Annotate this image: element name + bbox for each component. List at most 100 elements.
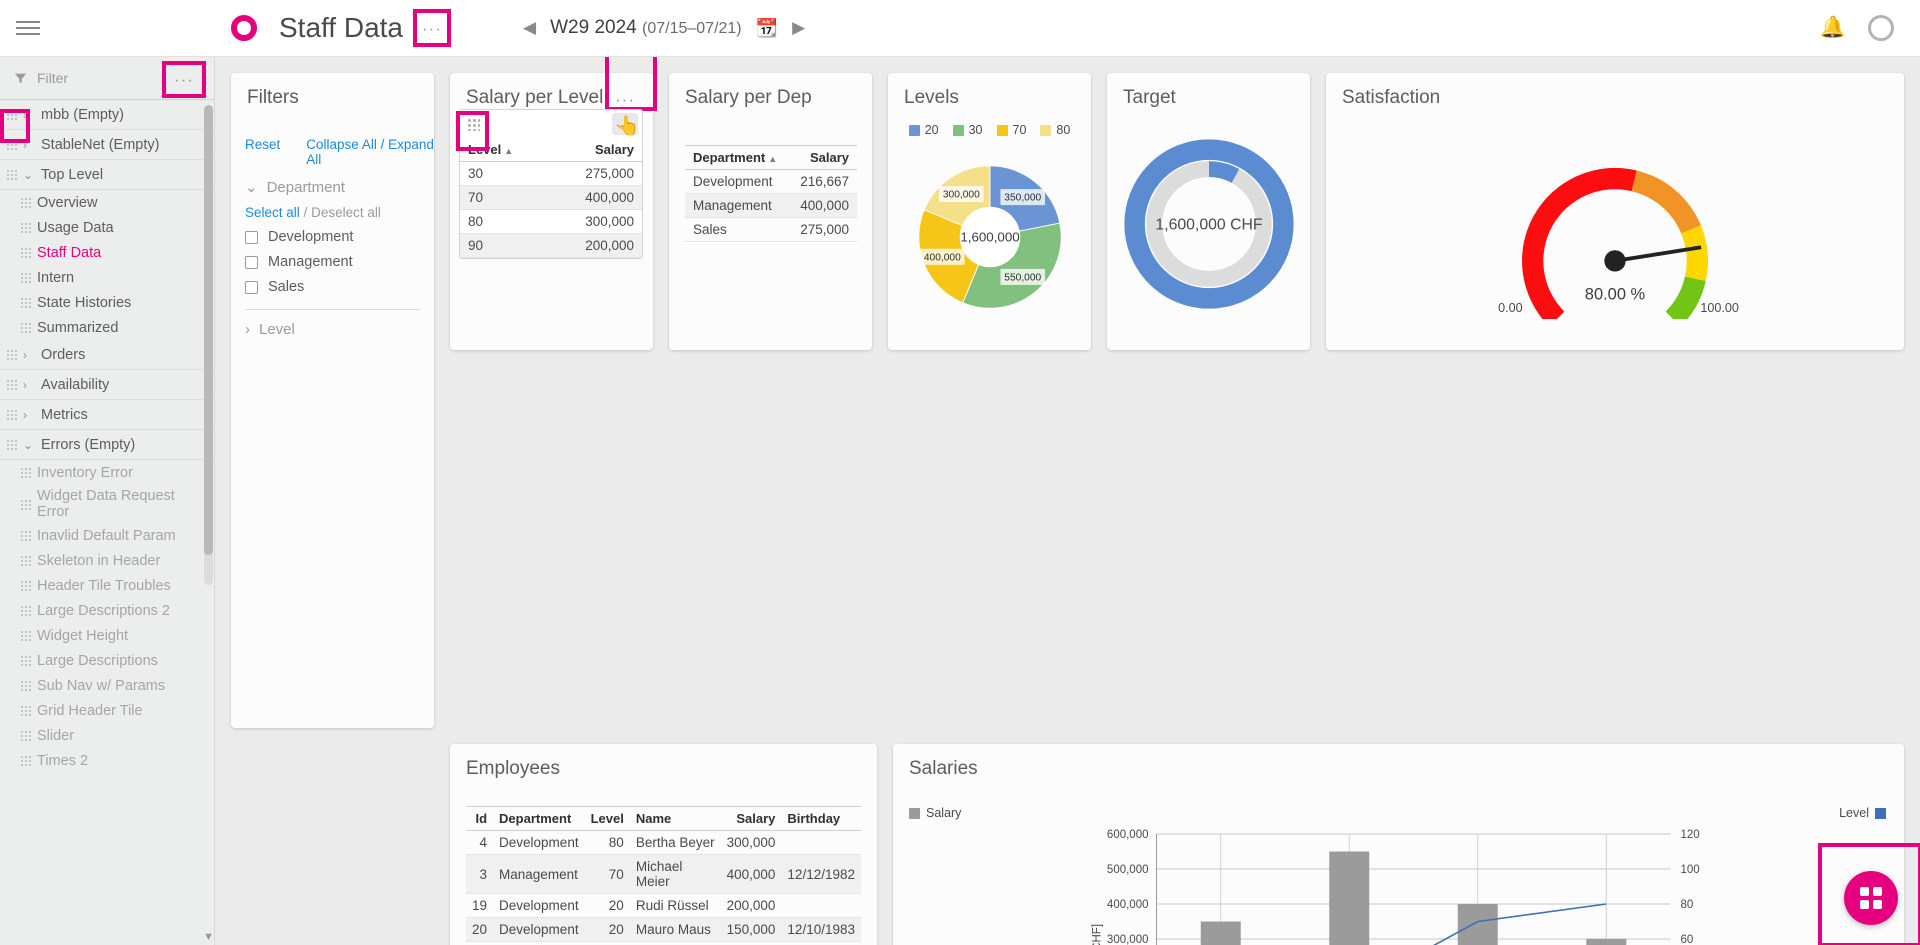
table-row[interactable]: 4 Development 80 Bertha Beyer 300,000	[466, 830, 861, 855]
drag-handle-icon[interactable]	[20, 196, 31, 209]
column-header-salary[interactable]: Salary	[720, 806, 782, 831]
sidebar-item-intern[interactable]: Intern	[0, 265, 214, 290]
table-row[interactable]: 20 Development 20 Mauro Maus 150,000 12/10/19…	[466, 917, 861, 942]
drag-handle-icon[interactable]	[20, 754, 31, 767]
page-title-menu-button[interactable]: ···	[413, 9, 452, 47]
drag-handle-icon[interactable]	[20, 321, 31, 334]
chevron-down-icon[interactable]: ⌄	[23, 168, 37, 182]
chevron-right-icon[interactable]: ›	[23, 378, 37, 392]
drag-handle-icon[interactable]	[20, 704, 31, 717]
checkbox-box[interactable]	[245, 255, 258, 269]
table-row[interactable]: 19 Development 20 Rudi Rüssel 200,000	[466, 893, 861, 918]
sidebar-item-top-level[interactable]: ⌄ Top Level	[0, 160, 214, 190]
table-row[interactable]: 80 300,000	[460, 209, 642, 234]
chevron-right-icon[interactable]: ›	[23, 348, 37, 362]
sidebar-item-mbb-empty[interactable]: › mbb (Empty)	[0, 100, 214, 130]
select-all-link[interactable]: Select all	[245, 205, 300, 220]
sidebar-item-header-tile-troubles[interactable]: Header Tile Troubles	[0, 573, 214, 598]
filter-checkbox-sales[interactable]: Sales	[231, 270, 434, 295]
drag-handle-icon[interactable]	[20, 246, 31, 259]
drag-handle-icon[interactable]	[6, 378, 17, 391]
checkbox-box[interactable]	[245, 280, 258, 294]
table-row[interactable]: 22Sales30Flavio Füller300,000	[466, 941, 861, 945]
column-header-salary[interactable]: Salary	[789, 145, 857, 170]
sidebar-item-large-descriptions[interactable]: Large Descriptions	[0, 648, 214, 673]
sidebar-more-menu-button[interactable]: ···	[162, 61, 206, 98]
sidebar-item-large-descriptions-2[interactable]: Large Descriptions 2	[0, 598, 214, 623]
drag-handle-icon[interactable]	[20, 604, 31, 617]
drag-handle-icon[interactable]	[20, 679, 31, 692]
sidebar-scrollbar-thumb[interactable]	[204, 105, 213, 555]
table-row[interactable]: 30 275,000	[460, 161, 642, 186]
table-row[interactable]: 90 200,000	[460, 233, 642, 258]
sidebar-item-widget-height[interactable]: Widget Height	[0, 623, 214, 648]
sidebar-item-overview[interactable]: Overview	[0, 190, 214, 215]
sidebar-item-stablenet-empty[interactable]: › StableNet (Empty)	[0, 130, 214, 160]
filter-section-department[interactable]: ⌄ Department	[231, 167, 434, 197]
chevron-right-icon[interactable]: ›	[23, 138, 37, 152]
sidebar-item-inventory-error[interactable]: Inventory Error	[0, 460, 214, 485]
table-row[interactable]: 70 400,000	[460, 185, 642, 210]
drag-handle-icon[interactable]	[20, 497, 31, 511]
drag-handle-icon[interactable]	[6, 138, 17, 151]
column-header-salary[interactable]: Salary	[548, 138, 642, 162]
table-row[interactable]: Management 400,000	[685, 193, 857, 218]
sidebar-item-widget-data-request-error[interactable]: Widget Data Request Error	[0, 485, 214, 523]
calendar-icon[interactable]: 📆	[756, 18, 778, 39]
sidebar-item-staff-data[interactable]: Staff Data	[0, 240, 214, 265]
drag-handle-icon[interactable]	[20, 629, 31, 642]
legend-item-70[interactable]: 70	[996, 123, 1026, 137]
sidebar-item-usage-data[interactable]: Usage Data	[0, 215, 214, 240]
drag-handle-icon[interactable]	[20, 221, 31, 234]
reset-link[interactable]: Reset	[245, 137, 280, 167]
sidebar-item-sub-nav-w-params[interactable]: Sub Nav w/ Params	[0, 673, 214, 698]
column-header-birthday[interactable]: Birthday	[781, 806, 861, 831]
hamburger-menu-icon[interactable]	[0, 21, 56, 35]
collapse-all-link[interactable]: Collapse All	[306, 137, 377, 152]
sidebar-item-availability[interactable]: › Availability	[0, 370, 214, 400]
column-header-name[interactable]: Name	[629, 806, 721, 831]
sidebar-item-metrics[interactable]: › Metrics	[0, 400, 214, 430]
sidebar-item-summarized[interactable]: Summarized	[0, 315, 214, 340]
sidebar-scroll-down-icon[interactable]: ▼	[203, 931, 214, 943]
drag-handle-icon[interactable]	[20, 296, 31, 309]
table-row[interactable]: Development 216,667	[685, 169, 857, 194]
legend-item-30[interactable]: 30	[952, 123, 983, 137]
column-header-department[interactable]: Department ▲	[685, 145, 790, 170]
drag-handle-icon[interactable]	[6, 168, 17, 181]
drag-handle-icon[interactable]	[20, 529, 31, 542]
drag-handle-icon[interactable]	[20, 579, 31, 592]
sidebar-item-errors-empty[interactable]: ⌄ Errors (Empty)	[0, 430, 214, 460]
column-header-level[interactable]: Level	[584, 806, 630, 831]
sidebar-item-slider[interactable]: Slider	[0, 723, 214, 748]
legend-item-80[interactable]: 80	[1040, 123, 1070, 137]
table-row[interactable]: 3 Management 70 Michael Meier 400,000 12/12/1…	[466, 854, 861, 894]
filter-section-level[interactable]: › Level	[231, 310, 434, 338]
filter-checkbox-management[interactable]: Management	[231, 245, 434, 270]
column-header-id[interactable]: Id	[466, 806, 494, 831]
drag-handle-icon[interactable]	[6, 348, 17, 361]
drag-handle-icon[interactable]	[6, 108, 17, 121]
widget-header-menu-button[interactable]: ···	[615, 91, 635, 108]
next-week-button[interactable]: ▶	[792, 18, 805, 38]
sidebar-item-state-histories[interactable]: State Histories	[0, 290, 214, 315]
sidebar-scrollbar[interactable]	[204, 105, 213, 585]
sidebar-filter-input[interactable]	[37, 70, 147, 86]
drag-handle-icon[interactable]	[20, 729, 31, 742]
chevron-down-icon[interactable]: ⌄	[23, 438, 37, 452]
drag-handle-icon[interactable]	[20, 271, 31, 284]
sidebar-item-grid-header-tile[interactable]: Grid Header Tile	[0, 698, 214, 723]
legend-item-20[interactable]: 20	[908, 123, 939, 137]
drag-handle-icon[interactable]	[20, 466, 31, 479]
user-avatar[interactable]	[1868, 15, 1894, 41]
drag-handle-icon[interactable]	[20, 654, 31, 667]
previous-week-button[interactable]: ◀	[523, 18, 536, 38]
apps-grid-fab-button[interactable]	[1844, 871, 1898, 925]
chevron-right-icon[interactable]: ›	[23, 108, 37, 122]
checkbox-box[interactable]	[245, 230, 258, 244]
sidebar-item-times-2[interactable]: Times 2	[0, 748, 214, 773]
chevron-right-icon[interactable]: ›	[23, 408, 37, 422]
drag-handle-icon[interactable]	[6, 408, 17, 421]
deselect-all-link[interactable]: Deselect all	[311, 205, 381, 220]
table-row[interactable]: Sales 275,000	[685, 217, 857, 242]
